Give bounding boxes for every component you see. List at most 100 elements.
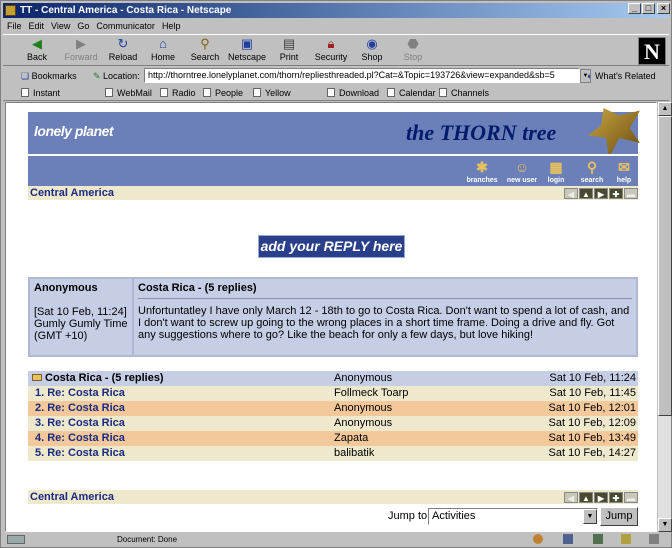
close-button[interactable]: × [657, 3, 670, 14]
vertical-scrollbar[interactable]: ▲ ▼ [657, 102, 672, 532]
login-button[interactable]: ▦ login [538, 157, 574, 184]
chevron-down-icon[interactable]: ▼ [583, 509, 597, 524]
reload-icon: ↻ [117, 36, 129, 51]
back-button[interactable]: ◀ Back [17, 36, 57, 66]
message-author-location: Gumly Gumly Time (GMT +10) [34, 318, 128, 342]
menu-communicator[interactable]: Communicator [96, 21, 155, 31]
menu-help[interactable]: Help [162, 21, 181, 31]
app-icon [5, 5, 16, 16]
section-header-bottom: Central America ◀ ▲ ▶ ✚ ▬ [28, 490, 638, 504]
scroll-up-icon[interactable]: ▲ [658, 102, 672, 116]
bookmark-calendar[interactable]: Calendar [387, 85, 436, 101]
page-icon [160, 88, 168, 97]
bookmark-channels[interactable]: Channels [439, 85, 489, 101]
thread-row[interactable]: Costa Rica - (5 replies) Anonymous Sat 1… [28, 371, 638, 386]
new-user-button[interactable]: ☺ new user [504, 157, 540, 184]
next-arrow-icon[interactable]: ▶ [594, 188, 608, 199]
bookmark-instant-message[interactable]: Instant Message [21, 85, 70, 114]
thread-row[interactable]: 1. Re: Costa Rica Follmeck Toarp Sat 10 … [28, 386, 638, 401]
menu-file[interactable]: File [7, 21, 22, 31]
search-button[interactable]: ⚲ Search [185, 36, 225, 66]
bookmark-webmail[interactable]: WebMail [105, 85, 152, 101]
message-table: Anonymous [Sat 10 Feb, 11:24] Gumly Guml… [28, 277, 638, 357]
scroll-thumb[interactable] [658, 116, 672, 416]
bookmarks-button[interactable]: ❏ Bookmarks [21, 67, 77, 85]
minimize-button[interactable]: _ [628, 3, 641, 14]
jump-button[interactable]: Jump [600, 507, 638, 526]
thread-nav-bottom: ◀ ▲ ▶ ✚ ▬ [563, 491, 638, 503]
reply-author: Zapata [334, 432, 369, 444]
whats-related-button[interactable]: ◐ What's Related [587, 67, 656, 85]
bookmark-yellow-pages[interactable]: Yellow Pages [253, 85, 291, 114]
bookmark-radio[interactable]: Radio [160, 85, 196, 101]
reply-date: Sat 10 Feb, 14:27 [548, 447, 636, 459]
add-reply-button[interactable]: add your REPLY here [258, 235, 405, 258]
browser-window: TT - Central America - Costa Rica - Nets… [0, 0, 672, 548]
shop-button[interactable]: ◉ Shop [352, 36, 392, 66]
url-input[interactable]: http://thorntree.lonelyplanet.com/thorn/… [144, 68, 580, 83]
thread-row[interactable]: 2. Re: Costa Rica Anonymous Sat 10 Feb, … [28, 401, 638, 416]
reply-link[interactable]: 3. Re: Costa Rica [35, 416, 125, 431]
menu-view[interactable]: View [51, 21, 70, 31]
bookmark-icon: ❏ [21, 71, 32, 81]
last-arrow-icon[interactable]: ▬ [624, 188, 638, 199]
reload-button[interactable]: ↻ Reload [103, 36, 143, 66]
menu-bar: File Edit View Go Communicator Help [3, 19, 669, 33]
add-icon[interactable]: ✚ [609, 492, 623, 503]
status-bar: Document: Done [3, 532, 669, 547]
thread-row[interactable]: 4. Re: Costa Rica Zapata Sat 10 Feb, 13:… [28, 431, 638, 446]
security-button[interactable]: 🔒︎ Security [311, 36, 351, 66]
netscape-logo: N [638, 37, 666, 65]
stop-button[interactable]: ⬣ Stop [393, 36, 433, 66]
message-subject: Costa Rica - (5 replies) [138, 282, 632, 299]
previous-arrow-icon[interactable]: ◀ [564, 492, 578, 503]
channels-icon [439, 88, 447, 97]
print-button[interactable]: ▤ Print [269, 36, 309, 66]
page-icon [253, 88, 261, 97]
lonely-planet-logo[interactable]: lonely planet [34, 123, 114, 139]
search-thorn-button[interactable]: ⚲ search [574, 157, 610, 184]
reply-author: balibatik [334, 447, 375, 459]
previous-arrow-icon[interactable]: ◀ [564, 188, 578, 199]
page-content: lonely planet the THORN tree ✱ branches ☺… [5, 102, 657, 532]
status-icon [621, 534, 631, 544]
message-author: Anonymous [34, 282, 98, 294]
reply-link[interactable]: 4. Re: Costa Rica [35, 431, 125, 446]
bookmark-download[interactable]: Download [327, 85, 379, 101]
thread-date: Sat 10 Feb, 11:24 [549, 372, 636, 384]
forward-button[interactable]: ▶ Forward [61, 36, 101, 66]
reply-date: Sat 10 Feb, 11:45 [549, 387, 636, 399]
lock-icon: 🔒︎ [327, 36, 335, 51]
home-button[interactable]: ⌂ Home [143, 36, 183, 66]
status-icon [649, 534, 659, 544]
thread-row[interactable]: 3. Re: Costa Rica Anonymous Sat 10 Feb, … [28, 416, 638, 431]
help-button[interactable]: ✉ help [606, 157, 642, 184]
up-arrow-icon[interactable]: ▲ [579, 492, 593, 503]
last-arrow-icon[interactable]: ▬ [624, 492, 638, 503]
jump-select[interactable]: Activities ▼ [428, 508, 598, 525]
next-arrow-icon[interactable]: ▶ [594, 492, 608, 503]
message-body-cell: Costa Rica - (5 replies) Unfortuntatley … [134, 279, 636, 355]
section-link-top[interactable]: Central America [30, 187, 114, 199]
new-user-icon: ☺ [514, 159, 530, 175]
thread-row[interactable]: 5. Re: Costa Rica balibatik Sat 10 Feb, … [28, 446, 638, 461]
reply-link[interactable]: 2. Re: Costa Rica [35, 401, 125, 416]
add-icon[interactable]: ✚ [609, 188, 623, 199]
message-date: [Sat 10 Feb, 11:24] [34, 306, 127, 318]
menu-go[interactable]: Go [77, 21, 89, 31]
maximize-button[interactable]: □ [642, 3, 655, 14]
reply-link[interactable]: 1. Re: Costa Rica [35, 386, 125, 401]
up-arrow-icon[interactable]: ▲ [579, 188, 593, 199]
site-banner: lonely planet the THORN tree [28, 108, 640, 158]
reply-link[interactable]: 5. Re: Costa Rica [35, 446, 125, 461]
scroll-down-icon[interactable]: ▼ [658, 518, 672, 532]
section-link-bottom[interactable]: Central America [30, 491, 114, 503]
window-title: TT - Central America - Costa Rica - Nets… [20, 5, 232, 16]
netscape-button[interactable]: ▣ Netscape [227, 36, 267, 66]
branches-button[interactable]: ✱ branches [464, 157, 500, 184]
bookmark-people[interactable]: People [203, 85, 243, 101]
menu-edit[interactable]: Edit [29, 21, 45, 31]
search-icon: ⚲ [200, 36, 210, 51]
thread-title[interactable]: Costa Rica - (5 replies) [45, 372, 164, 384]
reply-author: Anonymous [334, 402, 393, 414]
